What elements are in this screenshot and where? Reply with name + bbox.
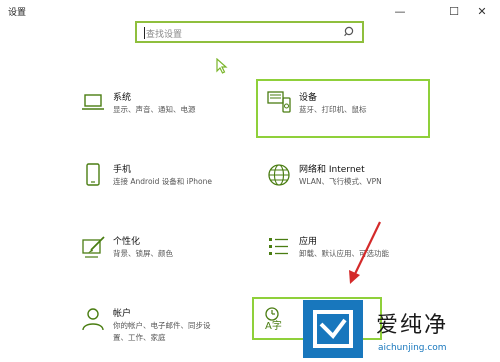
tile-network[interactable]: 网络和 Internet WLAN、飞行模式、VPN xyxy=(266,162,426,192)
tile-title-apps: 应用 xyxy=(299,237,318,247)
close-button[interactable]: ✕ xyxy=(464,0,500,22)
search-input[interactable]: 查找设置 xyxy=(135,21,364,43)
tile-system[interactable]: 系统 显示、声音、通知、电源 xyxy=(80,90,240,120)
search-icon[interactable] xyxy=(344,26,356,38)
watermark-brand: 爱纯净 xyxy=(376,313,449,338)
text-caret xyxy=(144,27,145,39)
mouse-cursor-icon xyxy=(216,58,228,74)
laptop-icon xyxy=(82,94,104,110)
tile-personalization[interactable]: 个性化 背景、锁屏、颜色 xyxy=(80,234,240,264)
watermark-domain: aichunjing.com xyxy=(378,343,447,353)
minimize-button[interactable]: — xyxy=(382,0,418,22)
tile-desc-network: WLAN、飞行模式、VPN xyxy=(299,177,382,186)
devices-icon xyxy=(267,91,291,113)
tile-title-network: 网络和 Internet xyxy=(299,165,365,175)
tile-desc-system: 显示、声音、通知、电源 xyxy=(113,105,196,114)
tile-title-devices: 设备 xyxy=(299,93,318,103)
watermark-logo-icon xyxy=(303,300,363,358)
window-title: 设置 xyxy=(8,8,27,18)
annotation-arrow-icon xyxy=(349,221,381,284)
tile-title-accounts: 帐户 xyxy=(113,309,132,319)
tile-title-phone: 手机 xyxy=(113,165,132,175)
person-icon xyxy=(82,308,104,331)
search-placeholder: 查找设置 xyxy=(146,30,183,40)
apps-list-icon xyxy=(269,238,288,255)
phone-icon xyxy=(86,163,100,186)
tile-desc-personalization: 背景、锁屏、颜色 xyxy=(113,249,173,258)
tile-title-system: 系统 xyxy=(113,93,132,103)
tile-title-personalization: 个性化 xyxy=(113,237,141,247)
tile-desc-phone: 连接 Android 设备和 iPhone xyxy=(113,177,212,186)
tile-desc-accounts: 你的帐户、电子邮件、同步设置、工作、家庭 xyxy=(113,321,211,342)
globe-icon xyxy=(268,164,290,186)
tile-phone[interactable]: 手机 连接 Android 设备和 iPhone xyxy=(80,162,240,192)
time-language-icon: A字 xyxy=(265,307,282,331)
svg-text:A字: A字 xyxy=(265,319,282,331)
brush-icon xyxy=(82,236,105,258)
tile-desc-devices: 蓝牙、打印机、鼠标 xyxy=(299,105,367,114)
tile-accounts[interactable]: 帐户 你的帐户、电子邮件、同步设置、工作、家庭 xyxy=(80,306,240,348)
tile-devices[interactable]: 设备 蓝牙、打印机、鼠标 xyxy=(266,90,426,120)
